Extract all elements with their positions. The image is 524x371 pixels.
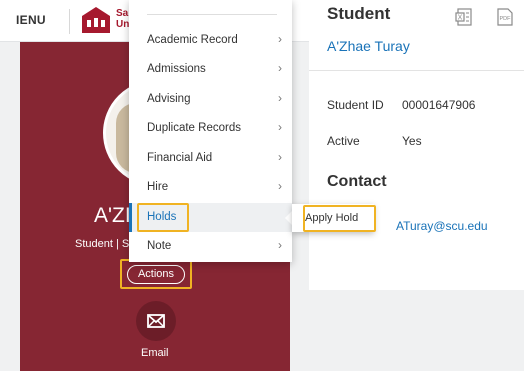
university-logo[interactable]: Sar Un	[81, 6, 132, 36]
active-indicator	[129, 203, 132, 232]
chevron-right-icon: ›	[278, 32, 282, 46]
contact-section-title: Contact	[327, 173, 387, 190]
email-label: Email	[141, 347, 169, 359]
logo-line-2: Un	[116, 19, 130, 30]
menu-item-note[interactable]: Note ›	[129, 232, 292, 261]
chevron-right-icon: ›	[278, 120, 282, 134]
menu-item-holds[interactable]: Holds	[129, 203, 292, 232]
menu-item-admissions[interactable]: Admissions ›	[129, 55, 292, 84]
chevron-right-icon: ›	[278, 91, 282, 105]
chevron-right-icon: ›	[278, 179, 282, 193]
excel-export-icon[interactable]: X	[455, 8, 473, 26]
menu-item-label: Financial Aid	[147, 152, 213, 164]
actions-button[interactable]: Actions	[127, 265, 185, 284]
chevron-right-icon: ›	[278, 61, 282, 75]
envelope-icon	[147, 314, 165, 328]
menu-item-hire[interactable]: Hire ›	[129, 173, 292, 202]
student-id-label: Student ID	[327, 98, 384, 112]
menu-item-duplicate-records[interactable]: Duplicate Records ›	[129, 114, 292, 143]
menu-item-financial-aid[interactable]: Financial Aid ›	[129, 144, 292, 173]
active-value: Yes	[402, 134, 422, 148]
active-label: Active	[327, 134, 360, 148]
actions-dropdown-menu: Academic Record › Admissions › Advising …	[129, 0, 292, 262]
student-card: Student X PDF A'Zhae Turay Student ID 00…	[309, 0, 524, 290]
university-logo-icon	[82, 7, 110, 33]
menu-item-label: Note	[147, 240, 172, 252]
menu-item-academic-record[interactable]: Academic Record ›	[129, 26, 292, 55]
header-divider	[69, 9, 70, 34]
menu-item-label: Admissions	[147, 63, 206, 75]
student-id-value: 00001647906	[402, 98, 476, 112]
holds-submenu: Apply Hold	[292, 204, 374, 232]
menu-item-advising[interactable]: Advising ›	[129, 85, 292, 114]
email-button[interactable]	[136, 301, 176, 341]
pdf-export-icon[interactable]: PDF	[497, 8, 513, 26]
student-name-link[interactable]: A'Zhae Turay	[327, 38, 410, 54]
menu-item-label: Hire	[147, 181, 169, 193]
svg-text:X: X	[458, 15, 463, 22]
email-link[interactable]: ATuray@scu.edu	[396, 219, 488, 233]
apply-hold-option[interactable]: Apply Hold	[305, 212, 358, 224]
menu-button[interactable]: IENU	[16, 13, 46, 27]
card-divider	[309, 70, 524, 71]
profile-name: A'ZI	[94, 204, 131, 227]
chevron-right-icon: ›	[278, 150, 282, 164]
menu-top-rule	[147, 14, 277, 15]
profile-subtitle: Student | S	[75, 238, 130, 250]
chevron-right-icon: ›	[278, 238, 282, 252]
menu-item-label: Academic Record	[147, 34, 238, 46]
card-title: Student	[327, 4, 391, 23]
menu-item-label: Advising	[147, 93, 191, 105]
app-screen: IENU Sar Un A'ZI Student | S Actions Ema…	[0, 0, 524, 371]
menu-item-label: Duplicate Records	[147, 122, 241, 134]
submenu-pointer	[285, 211, 292, 225]
pdf-icon-label: PDF	[500, 16, 512, 22]
menu-item-label: Holds	[147, 211, 177, 223]
